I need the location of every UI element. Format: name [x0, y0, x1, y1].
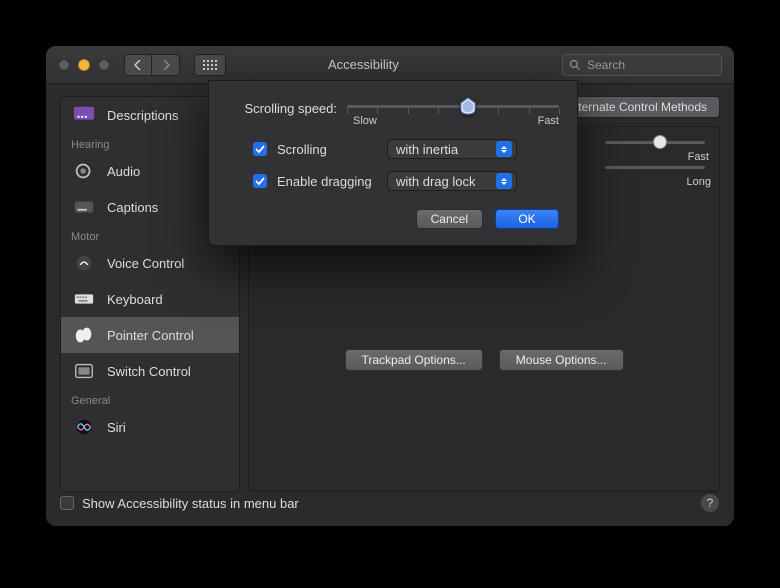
help-button[interactable]: ? [700, 493, 720, 513]
slider-knob[interactable] [459, 97, 477, 115]
tab-alt-control[interactable]: .. Alternate Control Methods [559, 96, 720, 118]
enable-dragging-label: Enable dragging [277, 174, 377, 189]
close-window-button[interactable] [58, 59, 70, 71]
search-placeholder: Search [587, 58, 625, 72]
slider-max-label: Long [687, 176, 711, 188]
sidebar-item-label: Captions [107, 200, 158, 215]
scrolling-speed-row: Scrolling speed: Slow Fast [227, 95, 559, 121]
show-status-label: Show Accessibility status in menu bar [82, 496, 299, 511]
scrolling-speed-label: Scrolling speed: [227, 101, 337, 116]
voice-control-icon [71, 252, 97, 274]
show-status-checkbox[interactable] [60, 496, 74, 510]
grid-icon [203, 60, 217, 70]
minimize-window-button[interactable] [78, 59, 90, 71]
slider-knob[interactable] [653, 135, 667, 149]
slider-min-label: Slow [353, 115, 377, 127]
sidebar-item-switch-control[interactable]: Switch Control [61, 353, 239, 389]
ok-button[interactable]: OK [495, 209, 559, 229]
popup-value: with inertia [396, 142, 458, 157]
audio-icon [71, 160, 97, 182]
scrolling-row: Scrolling with inertia [227, 139, 559, 159]
scrolling-speed-slider[interactable]: Slow Fast [347, 95, 559, 121]
sidebar-item-label: Siri [107, 420, 126, 435]
show-all-button[interactable] [194, 54, 226, 76]
search-icon [569, 59, 581, 71]
back-button[interactable] [124, 54, 152, 76]
scrolling-mode-popup[interactable]: with inertia [387, 139, 517, 159]
sidebar-item-keyboard[interactable]: Keyboard [61, 281, 239, 317]
check-icon [255, 144, 265, 154]
zoom-window-button[interactable] [98, 59, 110, 71]
keyboard-icon [71, 288, 97, 310]
scrolling-label: Scrolling [277, 142, 377, 157]
sidebar-item-siri[interactable]: Siri [61, 409, 239, 445]
sidebar-item-label: Switch Control [107, 364, 191, 379]
search-field[interactable]: Search [562, 54, 722, 76]
popup-arrows-icon [496, 141, 512, 157]
sidebar-item-label: Pointer Control [107, 328, 194, 343]
siri-icon [71, 416, 97, 438]
titlebar: Accessibility Search [46, 46, 734, 84]
slider-max-label: Fast [688, 151, 709, 163]
background-slider[interactable]: Fast [605, 141, 705, 144]
sidebar-item-label: Descriptions [107, 108, 179, 123]
popup-arrows-icon [496, 173, 512, 189]
background-slider-2[interactable]: Long [605, 166, 705, 169]
check-icon [255, 176, 265, 186]
traffic-lights [58, 59, 110, 71]
slider-max-label: Fast [538, 115, 559, 127]
trackpad-options-button[interactable]: Trackpad Options... [345, 349, 483, 371]
panel-actions: Trackpad Options... Mouse Options... [263, 349, 705, 371]
captions-icon [71, 196, 97, 218]
sidebar-item-voice-control[interactable]: Voice Control [61, 245, 239, 281]
scrolling-checkbox[interactable] [253, 142, 267, 156]
sidebar-item-pointer-control[interactable]: Pointer Control [61, 317, 239, 353]
nav-back-forward [124, 54, 180, 76]
enable-dragging-checkbox[interactable] [253, 174, 267, 188]
tab-label: Alternate Control Methods [568, 100, 707, 114]
cancel-button[interactable]: Cancel [416, 209, 483, 229]
popup-value: with drag lock [396, 174, 475, 189]
pointer-control-icon [71, 324, 97, 346]
sidebar-item-label: Keyboard [107, 292, 163, 307]
window-title: Accessibility [328, 57, 399, 72]
forward-button[interactable] [152, 54, 180, 76]
sidebar-item-label: Voice Control [107, 256, 184, 271]
footer: Show Accessibility status in menu bar ? [60, 492, 720, 514]
tab-bar: .. Alternate Control Methods [559, 96, 720, 118]
dragging-mode-popup[interactable]: with drag lock [387, 171, 517, 191]
trackpad-options-sheet: Scrolling speed: Slow Fast Scrolling wit… [208, 80, 578, 246]
question-icon: ? [707, 496, 714, 510]
mouse-options-button[interactable]: Mouse Options... [499, 349, 624, 371]
descriptions-icon [71, 104, 97, 126]
dragging-row: Enable dragging with drag lock [227, 171, 559, 191]
sheet-actions: Cancel OK [227, 209, 559, 229]
sidebar-category: General [61, 389, 239, 409]
sidebar-item-label: Audio [107, 164, 140, 179]
switch-control-icon [71, 360, 97, 382]
